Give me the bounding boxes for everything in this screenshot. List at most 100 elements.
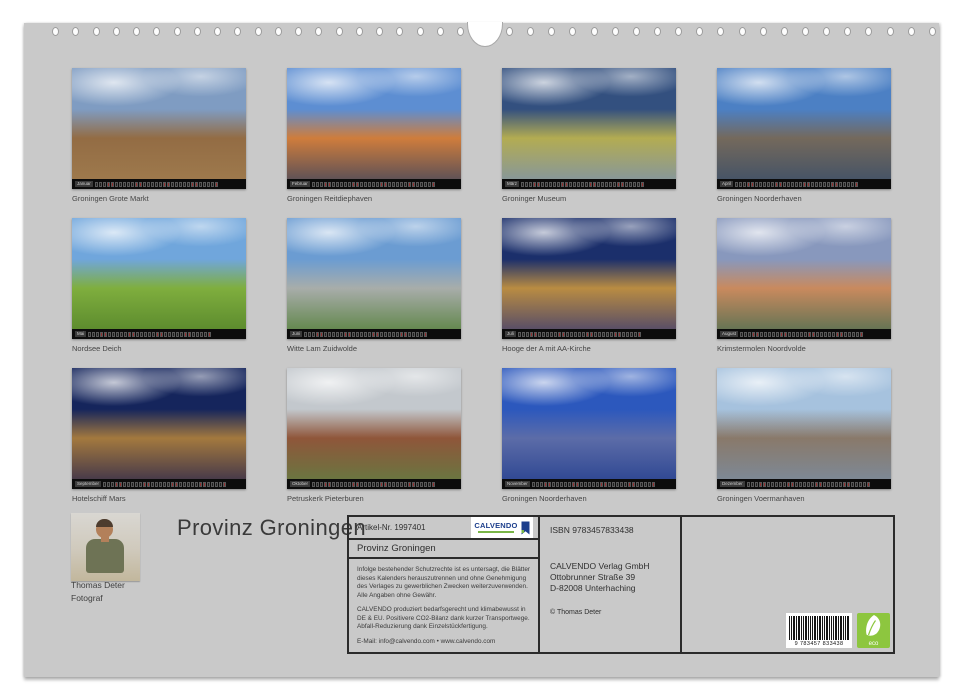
day-cells [312,482,458,487]
day-cell [644,482,647,487]
day-cell [819,182,822,187]
barcode-bar [814,616,816,640]
day-cell [324,332,327,337]
day-cell [832,332,835,337]
day-cell [638,332,641,337]
day-cell [768,332,771,337]
month-thumbnail-grid: Januar Groningen Grote Markt Februar Gro… [72,68,891,518]
day-cell [776,332,779,337]
calendar-month-photo: September [72,368,246,489]
month-label: März [505,181,519,187]
day-cell [735,182,738,187]
barcode-bar [840,616,842,640]
info-left-column: Artikel-Nr. 1997401 CALVENDO Provinz Gro… [349,517,540,652]
day-cell [215,482,218,487]
thumbnail-caption: Groningen Noorderhaven [502,494,676,503]
day-cell [561,182,564,187]
barcode-bar [824,616,825,640]
day-cell [808,332,811,337]
day-cell [601,182,604,187]
day-cell [617,182,620,187]
legal-paragraph: Infolge bestehender Schutzrechte ist es … [357,566,530,600]
day-cell [356,332,359,337]
day-cell [553,182,556,187]
day-cell [144,332,147,337]
day-cell [604,482,607,487]
barcode-bar [833,616,834,640]
day-cell [605,182,608,187]
day-cell [835,482,838,487]
day-cell [167,182,170,187]
day-cell [744,332,747,337]
day-cell [115,482,118,487]
calvendo-logo: CALVENDO [471,517,533,538]
day-cell [356,182,359,187]
day-cell [103,482,106,487]
barcode-bar [808,616,809,640]
day-cell [332,332,335,337]
day-cell [780,332,783,337]
calendar-date-strip: April [717,179,891,189]
barcode-bar [789,616,790,640]
day-cell [172,332,175,337]
day-cell [187,482,190,487]
binding-hole [654,27,661,36]
calendar-month-photo: Juni [287,218,461,339]
calendar-month-thumbnail: April Groningen Noorderhaven [717,68,891,218]
day-cell [348,482,351,487]
day-cells [312,182,458,187]
day-cell [124,332,127,337]
day-cell [590,332,593,337]
binding-hole [72,27,79,36]
day-cell [827,482,830,487]
day-cell [767,482,770,487]
calendar-month-photo: April [717,68,891,189]
day-cell [360,482,363,487]
month-label: April [720,181,733,187]
binding-hole [336,27,343,36]
calendar-month-thumbnail: November Groningen Noorderhaven [502,368,676,518]
day-cell [582,332,585,337]
day-cell [606,332,609,337]
binding-hole [356,27,363,36]
barcode-bar [829,616,830,640]
day-cell [103,182,106,187]
day-cells [518,332,673,337]
day-cell [585,182,588,187]
day-cell [408,482,411,487]
day-cell [344,332,347,337]
day-cell [530,332,533,337]
day-cell [763,182,766,187]
day-cell [795,482,798,487]
barcode-bar [817,616,818,640]
barcode-bar [805,616,807,640]
day-cell [128,332,131,337]
day-cell [634,332,637,337]
calendar-title: Provinz Groningen [177,515,366,541]
day-cell [184,332,187,337]
day-cell [558,332,561,337]
day-cell [779,182,782,187]
day-cell [131,182,134,187]
day-cell [171,482,174,487]
day-cell [376,182,379,187]
day-cell [348,332,351,337]
binding-hole [113,27,120,36]
calendar-month-photo: Oktober [287,368,461,489]
day-cells [88,332,243,337]
month-label: Juni [290,331,302,337]
day-cell [372,332,375,337]
day-cell [396,182,399,187]
day-cell [88,332,91,337]
binding-hole [214,27,221,36]
day-cell [376,332,379,337]
day-cell [175,182,178,187]
day-cell [554,332,557,337]
calendar-month-thumbnail: Juli Hooge der A mit AA-Kirche [502,218,676,368]
calendar-month-thumbnail: Juni Witte Lam Zuidwolde [287,218,461,368]
day-cell [783,482,786,487]
day-cell [380,332,383,337]
day-cell [614,332,617,337]
day-cell [835,182,838,187]
day-cell [748,332,751,337]
